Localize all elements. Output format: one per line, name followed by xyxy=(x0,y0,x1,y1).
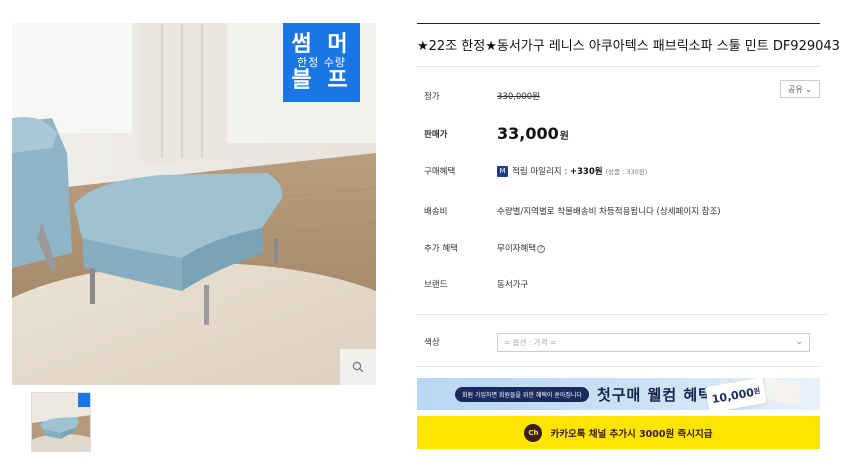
option-label: 색상 xyxy=(424,338,440,348)
extra-benefit-text[interactable]: 무이자혜택 xyxy=(497,244,536,254)
title-divider xyxy=(417,23,820,24)
extra-benefit-row: 추가 혜택 무이자혜택? xyxy=(424,242,546,254)
coupon-graphic: 10,000 원 xyxy=(705,378,767,410)
shipping-text: 수량별/지역별로 착불배송비 차등적용됩니다 (상세페이지 참조) xyxy=(497,207,721,217)
welcome-pill: 회원 가입하면 회원들을 위한 혜택이 쏟아집니다 xyxy=(455,386,589,402)
option-placeholder: = 옵션 : 가격 = xyxy=(504,338,557,347)
kakao-channel-banner[interactable]: Ch 카카오톡 채널 추가시 3000원 즉시지급 xyxy=(417,416,820,449)
promo-badge: 썸 머 한정 수량 블 프 xyxy=(283,23,360,102)
list-price-row: 정가 330,000원 xyxy=(424,90,540,102)
chevron-down-icon: ⌄ xyxy=(795,337,803,347)
coupon-back-graphic xyxy=(760,378,802,405)
coupon-amount: 10,000 xyxy=(710,385,755,406)
search-icon xyxy=(352,361,364,373)
benefit-row: 구매혜택 M 적립 마일리지 : +330원 (상품 : 330원) xyxy=(424,165,647,177)
benefit-amount: +330원 xyxy=(569,167,603,177)
extra-benefit-label: 추가 혜택 xyxy=(424,244,458,254)
share-button[interactable]: 공유 ⌄ xyxy=(780,80,820,98)
kakao-banner-text: 카카오톡 채널 추가시 3000원 즉시지급 xyxy=(550,428,713,440)
brand-row: 브랜드 동서가구 xyxy=(424,278,528,290)
promo-badge-line2: 한정 수량 xyxy=(297,55,346,69)
brand-value[interactable]: 동서가구 xyxy=(497,278,528,290)
product-title: ★22조 한정★동서가구 레니스 아쿠아텍스 패브릭소파 스툴 민트 DF929… xyxy=(417,39,840,54)
kakao-channel-icon: Ch xyxy=(524,423,543,442)
benefit-text: 적립 마일리지 : xyxy=(512,167,570,177)
divider xyxy=(417,314,827,315)
mileage-icon: M xyxy=(497,166,508,177)
coupon-unit: 원 xyxy=(753,386,761,396)
zoom-button[interactable] xyxy=(340,349,376,385)
sale-price-label: 판매가 xyxy=(424,129,448,140)
shipping-row: 배송비 수량별/지역별로 착불배송비 차등적용됩니다 (상세페이지 참조) xyxy=(424,205,721,217)
option-row: 색상 xyxy=(424,336,497,348)
shipping-label: 배송비 xyxy=(424,207,448,217)
divider xyxy=(417,66,820,67)
benefit-label: 구매혜택 xyxy=(424,167,456,177)
color-option-select[interactable]: = 옵션 : 가격 = ⌄ xyxy=(497,333,810,352)
sale-price-value: 33,000 xyxy=(497,124,559,143)
product-info: ★22조 한정★동서가구 레니스 아쿠아텍스 패브릭소파 스툴 민트 DF929… xyxy=(417,23,840,55)
divider xyxy=(417,366,820,367)
product-thumbnail[interactable] xyxy=(31,392,91,452)
thumbnail-photo xyxy=(32,393,90,451)
benefit-sub: (상품 : 330원) xyxy=(605,168,648,176)
sale-price-row: 판매가 33,000원 xyxy=(424,124,569,143)
promo-badge-line3: 블 프 xyxy=(291,68,352,94)
sale-price-unit: 원 xyxy=(559,131,569,142)
extra-benefit-value[interactable]: 무이자혜택? xyxy=(497,242,546,254)
welcome-benefit-banner[interactable]: 회원 가입하면 회원들을 위한 혜택이 쏟아집니다 첫구매 웰컴 혜택 10,0… xyxy=(417,378,820,410)
promo-badge-line1: 썸 머 xyxy=(291,31,352,57)
list-price-label: 정가 xyxy=(424,92,440,102)
brand-label: 브랜드 xyxy=(424,280,448,290)
list-price-value: 330,000원 xyxy=(497,92,540,102)
info-icon[interactable]: ? xyxy=(537,244,546,253)
welcome-headline: 첫구매 웰컴 혜택 xyxy=(596,385,713,404)
